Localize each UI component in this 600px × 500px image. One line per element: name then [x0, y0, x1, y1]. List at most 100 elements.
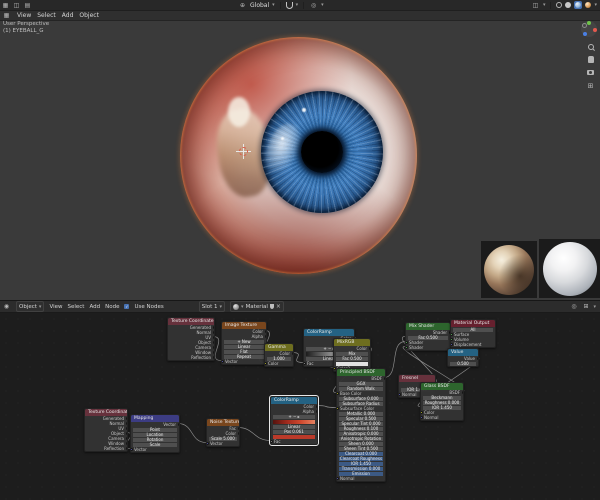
3d-cursor[interactable]: [236, 144, 251, 159]
snap-node-icon[interactable]: ⊞: [581, 303, 590, 311]
zoom-icon[interactable]: [586, 42, 595, 51]
node-socket[interactable]: [451, 343, 453, 346]
node-socket[interactable]: [212, 326, 214, 329]
node-texture-coordinate[interactable]: Texture Coordinate Generated Normal UV Objec…: [84, 408, 128, 452]
node-socket[interactable]: [264, 335, 266, 338]
node-header[interactable]: Mix Shader: [406, 323, 450, 330]
node-row[interactable]: Reflection: [85, 446, 127, 451]
node-glass-bsdf[interactable]: Glass BSDF BSDF Beckmann Roughness 0.000 IOR…: [420, 382, 464, 421]
node-row[interactable]: Vector: [207, 441, 239, 446]
node-socket[interactable]: [237, 427, 239, 430]
shader-type-dropdown[interactable]: Object ▾: [16, 301, 45, 312]
unlink-material-icon[interactable]: ×: [276, 303, 281, 310]
editor-type-icon[interactable]: ▦: [1, 1, 10, 9]
node-value[interactable]: Value Value 0.500: [447, 348, 479, 367]
chevron-down-icon[interactable]: ▾: [594, 2, 597, 8]
workspace-icon[interactable]: ▤: [23, 1, 32, 9]
menu-add[interactable]: Add: [62, 12, 74, 19]
node-socket[interactable]: [476, 357, 478, 360]
chevron-down-icon[interactable]: ▾: [543, 2, 546, 8]
node-header[interactable]: Noise Texture: [207, 419, 239, 426]
axis-y-dot[interactable]: [587, 21, 591, 25]
node-row[interactable]: 0.500: [448, 361, 478, 366]
node-socket[interactable]: [461, 391, 463, 394]
chevron-down-icon[interactable]: ▾: [321, 2, 324, 8]
node-header[interactable]: Material Output: [451, 320, 495, 327]
node-socket[interactable]: [131, 448, 133, 451]
node-socket[interactable]: [212, 341, 214, 344]
node-row[interactable]: Shader: [406, 345, 450, 350]
node-socket[interactable]: [368, 347, 370, 350]
node-socket[interactable]: [125, 427, 127, 430]
axis-neg-dot[interactable]: [582, 23, 587, 28]
menu-select[interactable]: Select: [68, 304, 85, 310]
node-header[interactable]: Texture Coordinate: [168, 318, 214, 325]
menu-object[interactable]: Object: [79, 12, 99, 19]
node-socket[interactable]: [222, 360, 224, 363]
hdri-preview-panel[interactable]: [481, 241, 537, 298]
axis-z-dot[interactable]: [583, 32, 587, 36]
node-row[interactable]: Vector: [222, 359, 266, 364]
node-texture-coordinate[interactable]: Texture Coordinate Generated Normal UV Objec…: [167, 317, 215, 361]
node-socket[interactable]: [421, 416, 423, 419]
node-header[interactable]: Fresnel: [399, 375, 435, 382]
transform-orientation-icon[interactable]: ⊕: [238, 1, 247, 9]
menu-view[interactable]: View: [17, 12, 31, 19]
node-socket[interactable]: [406, 341, 408, 344]
browse-material-icon[interactable]: ▾: [241, 304, 244, 310]
node-image-texture[interactable]: Image Texture Color Alpha + New Linear Flat Re…: [221, 321, 267, 365]
node-socket[interactable]: [207, 442, 209, 445]
node-header[interactable]: Texture Coordinate: [85, 409, 127, 416]
node-principled-bsdf[interactable]: Principled BSDF BSDF GGX Random Walk Base Co…: [336, 368, 386, 482]
node-header[interactable]: Gamma: [265, 344, 293, 351]
menu-node[interactable]: Node: [105, 304, 119, 310]
node-socket[interactable]: [406, 346, 408, 349]
node-socket[interactable]: [212, 336, 214, 339]
node-socket[interactable]: [315, 410, 317, 413]
node-socket[interactable]: [125, 442, 127, 445]
node-socket[interactable]: [212, 331, 214, 334]
node-socket[interactable]: [421, 411, 423, 414]
chevron-down-icon[interactable]: ▾: [296, 2, 299, 8]
node-header[interactable]: Principled BSDF: [337, 369, 385, 376]
node-header[interactable]: Glass BSDF: [421, 383, 463, 390]
node-socket[interactable]: [451, 338, 453, 341]
overlays-icon[interactable]: ◫: [531, 1, 540, 9]
gray-preview-sphere[interactable]: [542, 241, 597, 296]
use-nodes-label[interactable]: Use Nodes: [134, 304, 163, 310]
node-header[interactable]: Image Texture: [222, 322, 266, 329]
material-name[interactable]: Material: [246, 304, 268, 310]
node-row[interactable]: Fac: [271, 439, 317, 444]
node-socket[interactable]: [337, 407, 339, 410]
viewport-editor-icon[interactable]: ▦: [2, 12, 11, 20]
shading-material-active[interactable]: [574, 1, 583, 9]
menu-select[interactable]: Select: [37, 12, 56, 19]
node-socket[interactable]: [399, 393, 401, 396]
node-noise-texture[interactable]: Noise Texture Fac Color Scale 5.000 Vector: [206, 418, 240, 447]
node-socket[interactable]: [337, 477, 339, 480]
node-socket[interactable]: [212, 351, 214, 354]
shading-solid-icon[interactable]: [565, 2, 572, 8]
node-row[interactable]: Reflection: [168, 355, 214, 360]
node-socket[interactable]: [304, 362, 306, 365]
node-row[interactable]: Normal: [337, 476, 385, 481]
node-socket[interactable]: [337, 392, 339, 395]
perspective-toggle-icon[interactable]: ⊞: [586, 81, 595, 90]
node-socket[interactable]: [125, 437, 127, 440]
node-row[interactable]: Color: [265, 361, 293, 366]
shading-rendered-icon[interactable]: [585, 2, 592, 8]
node-socket[interactable]: [291, 352, 293, 355]
chevron-down-icon[interactable]: ▾: [593, 304, 596, 310]
transform-orientation-label[interactable]: Global: [250, 2, 269, 9]
node-socket[interactable]: [125, 422, 127, 425]
node-mapping[interactable]: Mapping Vector Point Location Rotation Scale V…: [130, 414, 180, 453]
shading-wireframe-icon[interactable]: [556, 2, 563, 8]
node-socket[interactable]: [383, 377, 385, 380]
use-nodes-checkbox[interactable]: ✓: [124, 304, 130, 309]
axis-navigation-gizmo[interactable]: [581, 21, 597, 37]
node-header[interactable]: Mapping: [131, 415, 179, 422]
node-material-output[interactable]: Material Output All Surface Volume Displacem…: [450, 319, 496, 348]
node-socket[interactable]: [125, 417, 127, 420]
node-header[interactable]: ColorRamp: [304, 329, 354, 336]
material-datablock[interactable]: ▾ Material ×: [230, 301, 284, 312]
